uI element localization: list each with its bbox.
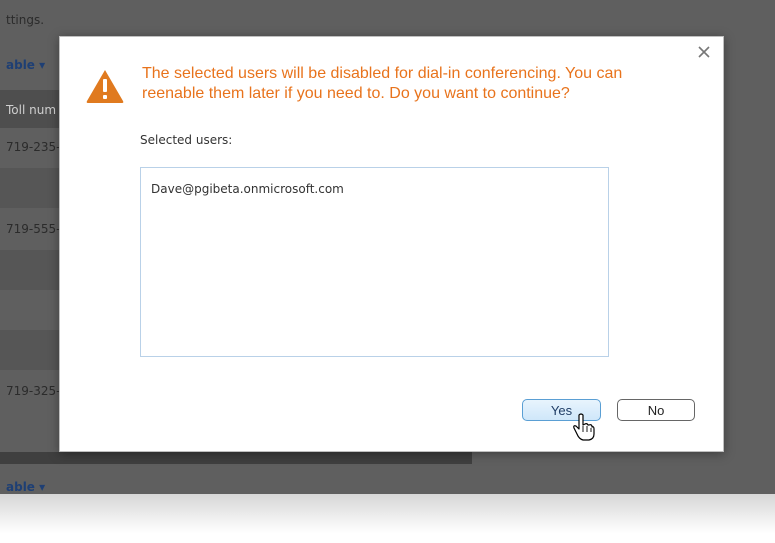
dialog-message: The selected users will be disabled for …	[142, 65, 623, 102]
reflection	[0, 494, 775, 543]
confirm-dialog: The selected users will be disabled for …	[59, 36, 724, 452]
selected-users-list[interactable]: Dave@pgibeta.onmicrosoft.com	[140, 167, 609, 357]
enable-link-top[interactable]: able ▾	[6, 58, 45, 72]
hand-cursor-icon	[573, 413, 595, 441]
settings-text: ttings.	[6, 13, 45, 27]
table-row-band	[0, 250, 60, 290]
scrollbar[interactable]	[0, 452, 472, 464]
column-header-toll-number: Toll num	[6, 103, 57, 117]
enable-link-bottom[interactable]: able ▾	[6, 480, 45, 494]
warning-icon	[86, 70, 124, 103]
table-row: 719-235-	[6, 140, 61, 154]
no-button[interactable]: No	[617, 399, 695, 421]
table-row-band	[0, 330, 60, 370]
selected-users-label: Selected users:	[140, 133, 233, 147]
table-row: 719-555-	[6, 222, 61, 236]
table-row: 719-325-	[6, 384, 61, 398]
table-row-band	[0, 168, 60, 208]
close-icon[interactable]	[695, 45, 713, 63]
list-item: Dave@pgibeta.onmicrosoft.com	[151, 182, 344, 196]
